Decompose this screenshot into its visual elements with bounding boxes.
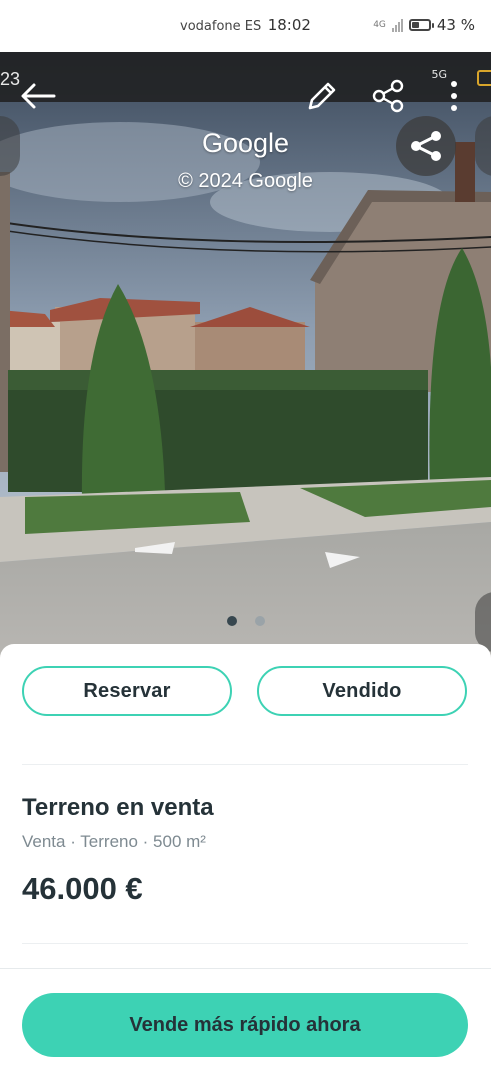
listing-title: Terreno en venta — [22, 794, 214, 821]
network-label: 4G — [373, 20, 386, 30]
inner-battery-icon — [477, 70, 491, 86]
reserve-button[interactable]: Reservar — [22, 666, 232, 716]
share-icon — [372, 79, 404, 113]
signal-icon — [391, 18, 403, 32]
listing-photo[interactable]: 23 5G Google © 2024 Google — [0, 52, 491, 660]
listing-price: 46.000 € — [22, 871, 143, 906]
more-vertical-icon — [451, 81, 457, 111]
carousel-dot-active[interactable] — [226, 616, 237, 626]
status-bar: vodafone ES 18:02 4G 43 % — [0, 0, 491, 52]
carousel-dot[interactable] — [254, 616, 265, 626]
clock: 18:02 — [267, 16, 311, 34]
battery-percent: 43 % — [436, 16, 475, 34]
sold-button[interactable]: Vendido — [257, 666, 467, 716]
pencil-icon — [308, 82, 336, 110]
carrier-label: vodafone ES — [180, 19, 262, 34]
share-filled-icon — [411, 131, 441, 161]
bottom-action-bar: Vende más rápido ahora — [0, 968, 491, 1081]
share-button[interactable] — [366, 76, 410, 116]
arrow-left-icon — [21, 83, 56, 109]
divider — [22, 943, 468, 944]
battery-icon — [408, 19, 434, 31]
status-right: 4G 43 % — [373, 16, 475, 34]
next-edge-control[interactable] — [475, 116, 491, 176]
street-view-share-button[interactable] — [396, 116, 456, 176]
carousel-indicator — [0, 616, 491, 626]
edit-button[interactable] — [300, 76, 344, 116]
back-button[interactable] — [14, 78, 62, 114]
more-button[interactable] — [440, 76, 468, 116]
sell-faster-button[interactable]: Vende más rápido ahora — [22, 993, 468, 1057]
listing-meta: Venta · Terreno · 500 m² — [22, 832, 206, 851]
photo-top-shade — [0, 52, 491, 102]
listing-sheet: Reservar Vendido Terreno en venta Venta … — [0, 644, 491, 1081]
divider — [22, 764, 468, 765]
